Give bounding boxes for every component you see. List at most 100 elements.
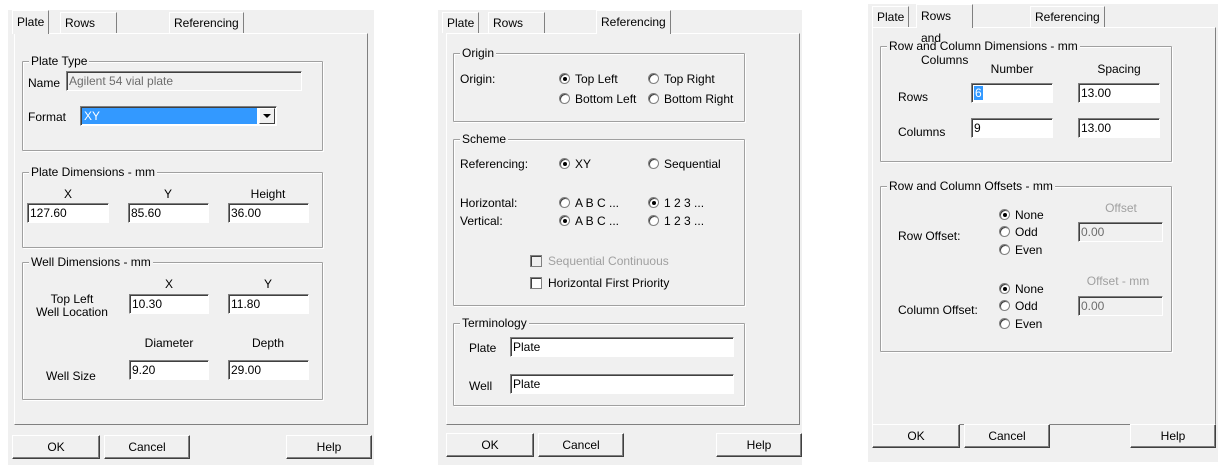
well-y-field[interactable]: 11.80 [228, 294, 309, 314]
tab-plate[interactable]: Plate [442, 12, 480, 33]
column-offset-field: 0.00 [1078, 296, 1163, 316]
rows-spacing-field[interactable]: 13.00 [1078, 83, 1160, 103]
origin-top-left-label: Top Left [575, 72, 618, 86]
plate-dimensions-title: Plate Dimensions - mm [29, 165, 158, 179]
well-size-label: Well Size [46, 369, 96, 383]
format-dropdown[interactable]: XY [80, 106, 277, 126]
rows-label: Rows [898, 90, 929, 104]
cancel-button[interactable]: Cancel [538, 433, 624, 457]
origin-bottom-right-label: Bottom Right [664, 92, 734, 106]
rows-number-value: 6 [974, 86, 983, 100]
tab-referencing[interactable]: Referencing [596, 10, 671, 34]
tab-plate[interactable]: Plate [12, 10, 50, 34]
row-offset-even-radio[interactable] [999, 244, 1010, 255]
depth-field[interactable]: 29.00 [228, 360, 309, 380]
row-offset-none-radio[interactable] [999, 209, 1010, 220]
plate-x-field[interactable]: 127.60 [27, 203, 109, 223]
horizontal-first-priority-checkbox[interactable] [530, 277, 542, 289]
help-button[interactable]: Help [286, 435, 372, 459]
scheme-title: Scheme [460, 132, 509, 146]
tab-referencing[interactable]: Referencing [1030, 6, 1105, 27]
tab-rows-and-columns[interactable]: Rows and Columns [488, 12, 546, 70]
row-offset-none-label: None [1015, 208, 1044, 222]
origin-bottom-right-radio[interactable] [648, 93, 659, 104]
origin-bottom-left-label: Bottom Left [575, 92, 637, 106]
terminology-well-field[interactable]: Plate [510, 374, 734, 394]
column-offset-none-label: None [1015, 282, 1044, 296]
origin-top-right-radio[interactable] [648, 73, 659, 84]
well-y-column-label: Y [263, 277, 272, 291]
plate-properties-dialog: Plate Rows and Columns Referencing Plate… [8, 10, 374, 465]
row-offset-field: 0.00 [1078, 222, 1163, 242]
number-column-label: Number [990, 62, 1034, 76]
well-x-field[interactable]: 10.30 [129, 294, 209, 314]
cancel-button[interactable]: Cancel [964, 424, 1050, 448]
row-offset-odd-radio[interactable] [999, 226, 1010, 237]
column-offset-label: Column Offset: [898, 303, 978, 317]
vertical-123-radio[interactable] [648, 215, 659, 226]
referencing-sequential-label: Sequential [664, 157, 721, 171]
referencing-xy-radio[interactable] [559, 158, 570, 169]
name-field: Agilent 54 vial plate [66, 71, 302, 91]
terminology-title: Terminology [460, 316, 529, 330]
horizontal-first-priority-label: Horizontal First Priority [548, 276, 670, 290]
cancel-button[interactable]: Cancel [104, 435, 190, 459]
rows-and-columns-dialog: Plate Rows and Columns Referencing Row a… [868, 4, 1218, 462]
well-dimensions-title: Well Dimensions - mm [29, 255, 153, 269]
vertical-123-label: 1 2 3 ... [664, 214, 705, 228]
diameter-field[interactable]: 9.20 [129, 360, 209, 380]
well-location-label: Well Location [36, 305, 108, 319]
horizontal-123-radio[interactable] [648, 197, 659, 208]
origin-top-left-radio[interactable] [559, 73, 570, 84]
origin-group: Origin [453, 46, 745, 122]
referencing-label: Referencing: [460, 157, 529, 171]
top-left-label: Top Left [50, 292, 94, 306]
format-selected-value: XY [82, 108, 257, 124]
column-offset-odd-label: Odd [1015, 299, 1038, 313]
diameter-column-label: Diameter [144, 336, 194, 350]
row-offset-odd-label: Odd [1015, 225, 1038, 239]
ok-button[interactable]: OK [446, 433, 534, 457]
well-x-column-label: X [164, 277, 173, 291]
origin-top-right-label: Top Right [664, 72, 715, 86]
vertical-abc-label: A B C ... [575, 214, 620, 228]
sequential-continuous-checkbox[interactable] [530, 255, 542, 267]
referencing-dialog: Plate Rows and Columns Referencing Origi… [438, 10, 802, 465]
column-offset-none-radio[interactable] [999, 283, 1010, 294]
help-button[interactable]: Help [716, 433, 802, 457]
help-button[interactable]: Help [1130, 424, 1216, 448]
horizontal-label: Horizontal: [460, 196, 518, 210]
column-offset-even-label: Even [1015, 317, 1043, 331]
height-column-label: Height [250, 187, 286, 201]
origin-label: Origin: [460, 72, 496, 86]
referencing-sequential-radio[interactable] [648, 158, 659, 169]
column-offset-even-radio[interactable] [999, 318, 1010, 329]
rows-number-field[interactable]: 6 [971, 83, 1053, 103]
referencing-xy-label: XY [575, 157, 592, 171]
plate-height-field[interactable]: 36.00 [228, 203, 309, 223]
format-label: Format [28, 110, 67, 124]
x-column-label: X [63, 187, 72, 201]
tab-rows-and-columns[interactable]: Rows and Columns [916, 4, 974, 67]
vertical-abc-radio[interactable] [559, 215, 570, 226]
columns-spacing-field[interactable]: 13.00 [1078, 118, 1160, 138]
ok-button[interactable]: OK [872, 424, 960, 448]
depth-column-label: Depth [251, 336, 285, 350]
plate-y-field[interactable]: 85.60 [128, 203, 209, 223]
chevron-down-icon[interactable] [259, 108, 275, 124]
column-offset-odd-radio[interactable] [999, 300, 1010, 311]
tab-plate[interactable]: Plate [872, 6, 910, 27]
columns-number-field[interactable]: 9 [971, 118, 1053, 138]
y-column-label: Y [163, 187, 172, 201]
terminology-plate-field[interactable]: Plate [510, 337, 734, 357]
row-column-offsets-title: Row and Column Offsets - mm [887, 179, 1055, 193]
origin-title: Origin [460, 46, 497, 60]
terminology-plate-label: Plate [469, 341, 497, 355]
tab-rows-and-columns[interactable]: Rows and Columns [60, 12, 118, 70]
row-offset-label: Row Offset: [898, 229, 961, 243]
tab-referencing[interactable]: Referencing [169, 12, 244, 33]
origin-bottom-left-radio[interactable] [559, 93, 570, 104]
horizontal-abc-radio[interactable] [559, 197, 570, 208]
ok-button[interactable]: OK [12, 435, 100, 459]
row-offset-value-label: Offset [1105, 201, 1137, 215]
